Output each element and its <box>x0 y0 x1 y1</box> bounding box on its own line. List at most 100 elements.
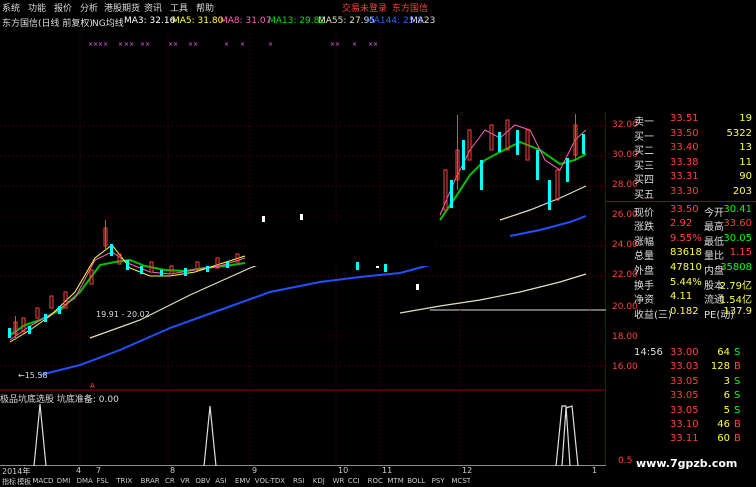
order-price: 33.31 <box>670 171 699 183</box>
login-status[interactable]: 交易未登录 <box>342 1 387 14</box>
menu-hk-futures[interactable]: 港股期货 <box>104 1 140 14</box>
tick-price: 33.05 <box>670 375 699 387</box>
tick-price: 33.05 <box>670 404 699 416</box>
stat-value-2: 1.15 <box>729 247 752 259</box>
order-price: 33.38 <box>670 156 699 168</box>
oscillator-spikes <box>0 403 606 466</box>
month-label: 10 <box>338 466 349 475</box>
indicator-tab[interactable]: ASI <box>215 477 226 485</box>
tick-side: B <box>734 361 741 373</box>
menu-analysis[interactable]: 分析 <box>80 1 98 14</box>
indicator-tab[interactable]: CCI <box>348 477 360 485</box>
indicator-tab[interactable]: EMV <box>235 477 250 485</box>
watermark: www.7gpzb.com <box>636 457 738 470</box>
order-book-row[interactable]: 买二 33.40 13 <box>606 141 756 157</box>
menu-help[interactable]: 帮助 <box>196 1 214 14</box>
tick-volume: 46 <box>717 418 730 430</box>
tick-side: S <box>734 390 741 402</box>
indicator-tab[interactable]: OBV <box>195 477 210 485</box>
month-label: 12 <box>462 466 473 475</box>
order-level-label: 买五 <box>634 189 654 201</box>
menu-tools[interactable]: 工具 <box>170 1 188 14</box>
menu-function[interactable]: 功能 <box>28 1 46 14</box>
indicator-tab[interactable]: MACD <box>32 477 53 485</box>
order-volume: 203 <box>732 185 752 197</box>
mid-price-annotation: 19.91 - 20.02 <box>96 310 150 319</box>
order-book-row[interactable]: 买三 33.38 11 <box>606 156 756 172</box>
menu-system[interactable]: 系统 <box>2 1 20 14</box>
tick-price: 33.03 <box>670 361 699 373</box>
time-axis: 2014年 4 7 8 9 10 11 12 1 <box>0 466 606 476</box>
order-book-row[interactable]: 卖一 33.51 19 <box>606 112 756 128</box>
indicator-tab[interactable]: 指标 <box>2 477 16 487</box>
tick-volume: 60 <box>717 433 730 445</box>
ma-blue-line-2 <box>509 215 587 237</box>
tick-side: S <box>734 347 741 358</box>
order-price: 33.30 <box>670 185 699 197</box>
tick-row: 33.05 6 S <box>606 389 756 403</box>
menu-quote[interactable]: 报价 <box>54 1 72 14</box>
svg-text:××××: ×××× <box>88 41 108 48</box>
stat-label: 收益(三) <box>634 309 672 321</box>
indicator-tab[interactable]: FSL <box>96 477 108 485</box>
indicator-tab[interactable]: BOLL <box>407 477 425 485</box>
menu-news[interactable]: 资讯 <box>144 1 162 14</box>
stat-row: 涨跌 2.92 最高 33.60 <box>606 217 756 233</box>
stat-value-2: 137.9 <box>723 305 752 317</box>
indicator-tab[interactable]: WR <box>333 477 345 485</box>
tick-row: 33.05 3 S <box>606 375 756 389</box>
order-volume: 11 <box>739 156 752 168</box>
order-book-row[interactable]: 买四 33.31 90 <box>606 170 756 186</box>
ma23-value: MA23 <box>410 16 436 26</box>
indicator-tab[interactable]: CR <box>165 477 175 485</box>
stat-value: 33.50 <box>670 203 699 215</box>
stat-value-2: 30.05 <box>723 232 752 244</box>
indicator-tab[interactable]: MCST <box>451 477 470 485</box>
indicator-tab[interactable]: PSY <box>432 477 445 485</box>
order-book-row[interactable]: 买一 33.50 5322 <box>606 127 756 143</box>
order-price: 33.40 <box>670 142 699 154</box>
tick-volume: 5 <box>723 404 730 416</box>
month-label: 4 <box>76 466 82 475</box>
indicator-tab[interactable]: MTM <box>387 477 403 485</box>
svg-text:×: × <box>224 41 229 48</box>
ma-white-line-3 <box>499 185 587 221</box>
svg-text:××: ×× <box>188 41 198 48</box>
stat-value: 5.44% <box>670 276 702 288</box>
divider <box>606 200 756 202</box>
month-label: 9 <box>252 466 258 475</box>
indicator-tab[interactable]: 模板 <box>17 477 31 487</box>
indicator-tab[interactable]: BRAR <box>141 477 160 485</box>
stat-value-2: 35808 <box>720 261 752 273</box>
indicator-tab[interactable]: VOL-TDX <box>255 477 285 485</box>
tick-row: 14:56 33.00 64 S <box>606 346 756 360</box>
tick-volume: 128 <box>710 361 730 373</box>
svg-text:×: × <box>268 41 273 48</box>
indicator-tab[interactable]: TRIX <box>116 477 132 485</box>
indicator-bar: 东方国信(日线 前复权) NG均线 MA3: 32.16 MA5: 31.80 … <box>0 15 435 29</box>
stat-value: 2.92 <box>670 218 693 230</box>
indicator-tab[interactable]: RSI <box>293 477 304 485</box>
tick-row: 33.05 5 S <box>606 404 756 418</box>
tick-list: 14:56 33.00 64 S 33.03 128 B 33.05 3 S 33.05 6 S 33.0… <box>606 346 756 447</box>
low-price-annotation: ←15.58 <box>18 371 48 380</box>
indicator-tab[interactable]: ROC <box>368 477 383 485</box>
svg-text:××: ×× <box>168 41 178 48</box>
month-label: 11 <box>382 466 393 475</box>
indicator-tab[interactable]: DMA <box>77 477 93 485</box>
month-label: 1 <box>592 466 598 475</box>
menu-bar: 系统 功能 报价 分析 港股期货 资讯 工具 帮助 交易未登录 东方国信 <box>0 0 756 14</box>
month-label: 7 <box>96 466 102 475</box>
indicator-tab[interactable]: DMI <box>57 477 71 485</box>
svg-text:×: × <box>118 41 123 48</box>
order-price: 33.51 <box>670 113 699 124</box>
order-book-row[interactable]: 买五 33.30 203 <box>606 185 756 201</box>
stat-row: 总量 83618 量比 1.15 <box>606 246 756 262</box>
indicator-tab[interactable]: VR <box>180 477 190 485</box>
tick-row: 33.10 46 B <box>606 418 756 432</box>
tick-price: 33.10 <box>670 418 699 430</box>
order-book: 卖一 33.51 19 买一 33.50 5322 买二 33.40 13 买三 33.38 11 买四… <box>606 112 756 202</box>
ma5-value: MA5: 31.80 <box>172 16 224 26</box>
indicator-tab[interactable]: KDJ <box>313 477 325 485</box>
stat-row: 换手 5.44% 股本 2.79亿 <box>606 276 756 292</box>
